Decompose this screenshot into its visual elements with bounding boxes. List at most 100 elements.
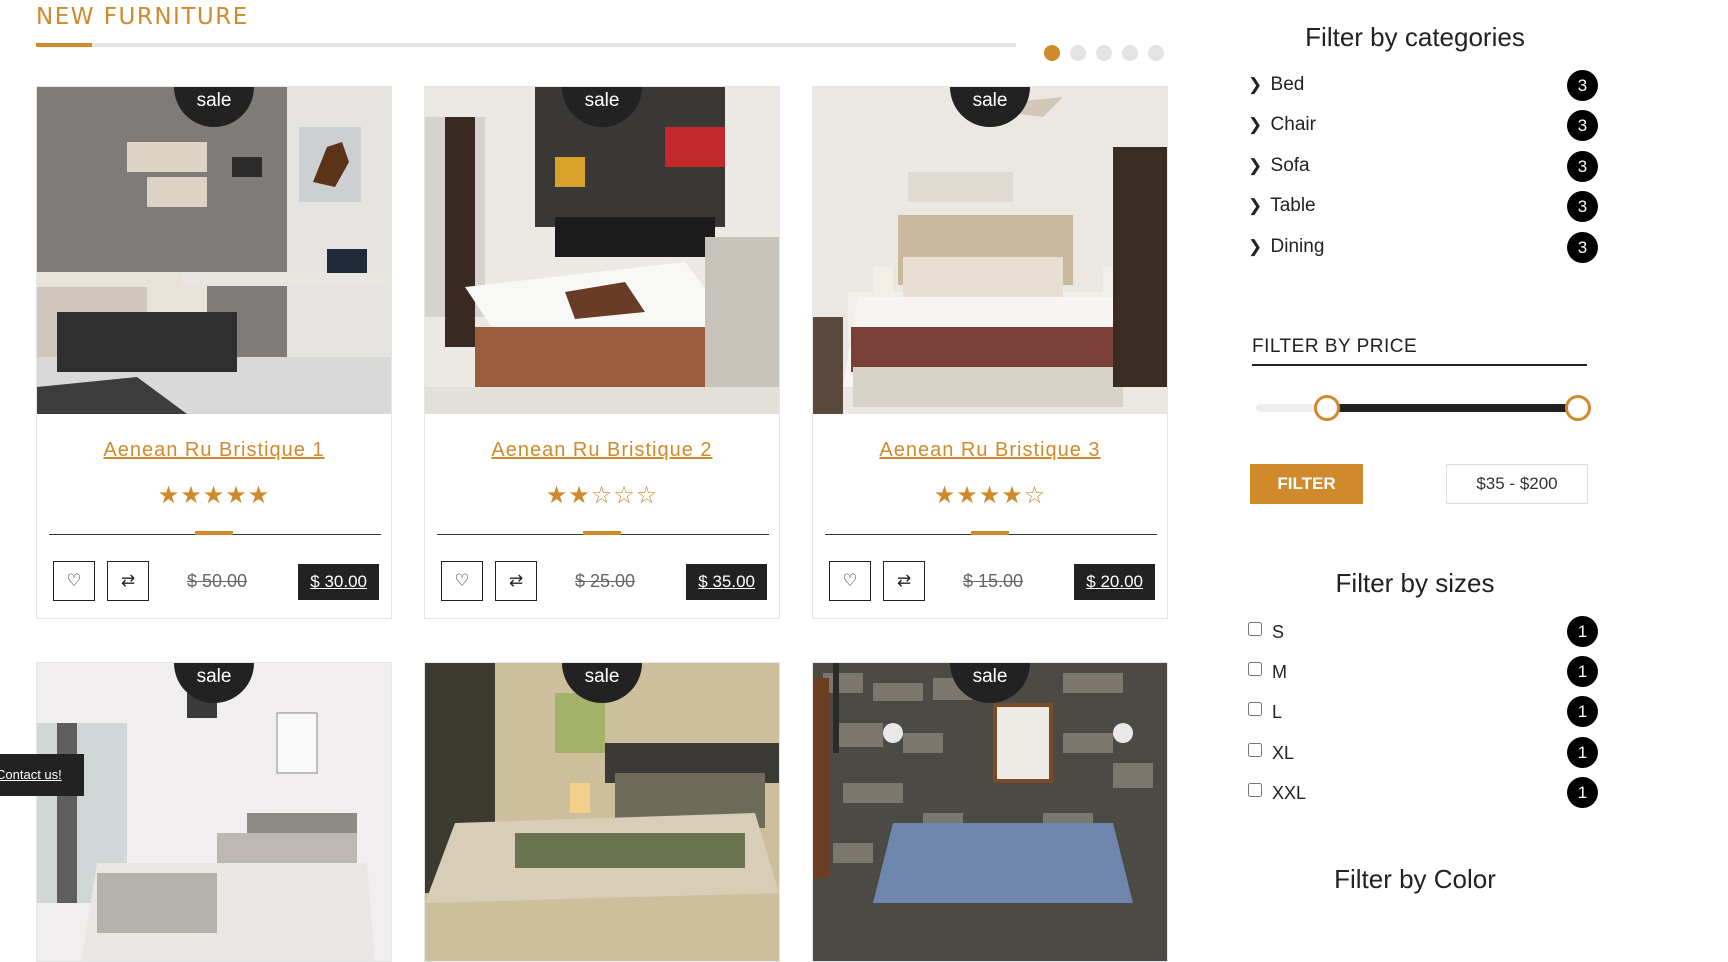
category-chair[interactable]: ❯ Chair — [1248, 114, 1316, 136]
wishlist-button[interactable]: ♡ — [53, 561, 95, 601]
size-label: XL — [1272, 743, 1295, 763]
star-filled-icon: ★ — [545, 481, 569, 509]
product-image[interactable]: sale — [425, 87, 779, 414]
price-slider-max-handle[interactable] — [1565, 395, 1591, 421]
compare-arrows-icon: ⇄ — [896, 571, 912, 591]
star-filled-icon: ★ — [978, 481, 1002, 509]
size-label: S — [1272, 622, 1285, 642]
size-checkbox[interactable] — [1248, 782, 1262, 797]
contact-us-tab[interactable]: Contact us! — [0, 754, 84, 796]
size-checkbox[interactable] — [1248, 701, 1262, 716]
heart-icon: ♡ — [454, 571, 470, 591]
compare-button[interactable]: ⇄ — [107, 561, 149, 601]
size-option-l[interactable]: L — [1248, 701, 1283, 723]
product-image[interactable]: sale — [37, 663, 391, 961]
category-table[interactable]: ❯ Table — [1248, 195, 1316, 217]
category-label: Dining — [1270, 236, 1325, 257]
size-count-badge: 1 — [1567, 777, 1598, 808]
product-card[interactable]: sale Aenean Ru Bristique 3 ★★★★☆ ♡ ⇄ $ 1… — [812, 86, 1168, 619]
old-price: $ 15.00 — [963, 571, 1024, 591]
section-title: NEW FURNITURE — [36, 4, 249, 30]
size-option-xxl[interactable]: XXL — [1248, 782, 1307, 804]
category-label: Chair — [1270, 114, 1316, 135]
compare-button[interactable]: ⇄ — [495, 561, 537, 601]
size-count-badge: 1 — [1567, 696, 1598, 727]
carousel-dot-2[interactable] — [1070, 45, 1086, 61]
product-rating: ★★★★★ — [37, 481, 391, 509]
star-filled-icon: ★ — [180, 481, 203, 509]
price-filter-underline — [1252, 364, 1587, 366]
price-slider-min-handle[interactable] — [1313, 395, 1340, 421]
product-card[interactable]: sale Aenean Ru Bristique 2 ★★☆☆☆ ♡ ⇄ $ 2… — [424, 86, 780, 619]
size-option-xl[interactable]: XL — [1248, 742, 1295, 764]
compare-button[interactable]: ⇄ — [883, 561, 925, 601]
price-slider-range — [1326, 404, 1578, 412]
size-option-s[interactable]: S — [1248, 621, 1285, 643]
section-title-underline-accent — [36, 43, 92, 47]
product-rating: ★★★★☆ — [813, 481, 1167, 509]
carousel-dot-1[interactable] — [1044, 45, 1060, 61]
price-filter-title: FILTER BY PRICE — [1252, 336, 1418, 357]
star-filled-icon: ★ — [1001, 481, 1024, 509]
size-checkbox[interactable] — [1248, 742, 1262, 757]
star-empty-icon: ☆ — [1023, 481, 1047, 509]
size-option-m[interactable]: M — [1248, 661, 1287, 683]
category-bed[interactable]: ❯ Bed — [1248, 74, 1304, 96]
size-checkbox[interactable] — [1248, 661, 1262, 676]
product-name-link[interactable]: Aenean Ru Bristique 3 — [813, 439, 1167, 462]
star-filled-icon: ★ — [956, 481, 979, 509]
product-image[interactable]: sale — [37, 87, 391, 414]
category-dining[interactable]: ❯ Dining — [1248, 236, 1324, 258]
size-label: XXL — [1272, 783, 1307, 803]
category-sofa[interactable]: ❯ Sofa — [1248, 155, 1310, 177]
category-count-badge: 3 — [1567, 70, 1598, 101]
compare-arrows-icon: ⇄ — [508, 571, 524, 591]
product-image[interactable]: sale — [813, 663, 1167, 961]
category-count-badge: 3 — [1567, 151, 1598, 182]
product-name-link[interactable]: Aenean Ru Bristique 2 — [425, 439, 779, 462]
old-price: $ 25.00 — [575, 571, 636, 591]
star-empty-icon: ☆ — [590, 481, 614, 509]
carousel-dot-4[interactable] — [1122, 45, 1138, 61]
product-card[interactable]: sale — [36, 662, 392, 962]
category-label: Table — [1270, 195, 1316, 216]
category-label: Sofa — [1270, 155, 1310, 176]
heart-icon: ♡ — [842, 571, 858, 591]
card-divider-accent — [583, 531, 621, 535]
section-title-underline — [36, 43, 1016, 47]
size-checkbox[interactable] — [1248, 621, 1262, 636]
new-price[interactable]: $ 35.00 — [686, 564, 767, 600]
product-card[interactable]: sale Aenean Ru Bristique 1 ★★★★★ ♡ ⇄ $ 5… — [36, 86, 392, 619]
size-label: L — [1272, 702, 1283, 722]
star-filled-icon: ★ — [225, 481, 248, 509]
wishlist-button[interactable]: ♡ — [441, 561, 483, 601]
star-filled-icon: ★ — [568, 481, 591, 509]
star-filled-icon: ★ — [933, 481, 957, 509]
chevron-right-icon: ❯ — [1248, 196, 1263, 215]
product-rating: ★★☆☆☆ — [425, 481, 779, 509]
size-label: M — [1272, 662, 1287, 682]
carousel-dot-3[interactable] — [1096, 45, 1112, 61]
product-name-link[interactable]: Aenean Ru Bristique 1 — [37, 439, 391, 462]
product-card[interactable]: sale — [424, 662, 780, 962]
product-card[interactable]: sale — [812, 662, 1168, 962]
filter-button[interactable]: FILTER — [1250, 464, 1363, 504]
size-count-badge: 1 — [1567, 737, 1598, 768]
star-filled-icon: ★ — [202, 481, 226, 509]
new-price[interactable]: $ 20.00 — [1074, 564, 1155, 600]
category-count-badge: 3 — [1567, 232, 1598, 263]
chevron-right-icon: ❯ — [1248, 156, 1263, 175]
size-count-badge: 1 — [1567, 656, 1598, 687]
star-empty-icon: ☆ — [613, 481, 636, 509]
card-divider-accent — [971, 531, 1009, 535]
chevron-right-icon: ❯ — [1248, 75, 1263, 94]
old-price: $ 50.00 — [187, 571, 248, 591]
carousel-dot-5[interactable] — [1148, 45, 1164, 61]
product-image[interactable]: sale — [425, 663, 779, 961]
carousel-dots — [1044, 45, 1164, 61]
category-label: Bed — [1270, 74, 1305, 95]
new-price[interactable]: $ 30.00 — [298, 564, 379, 600]
product-image[interactable]: sale — [813, 87, 1167, 414]
chevron-right-icon: ❯ — [1248, 237, 1263, 256]
wishlist-button[interactable]: ♡ — [829, 561, 871, 601]
